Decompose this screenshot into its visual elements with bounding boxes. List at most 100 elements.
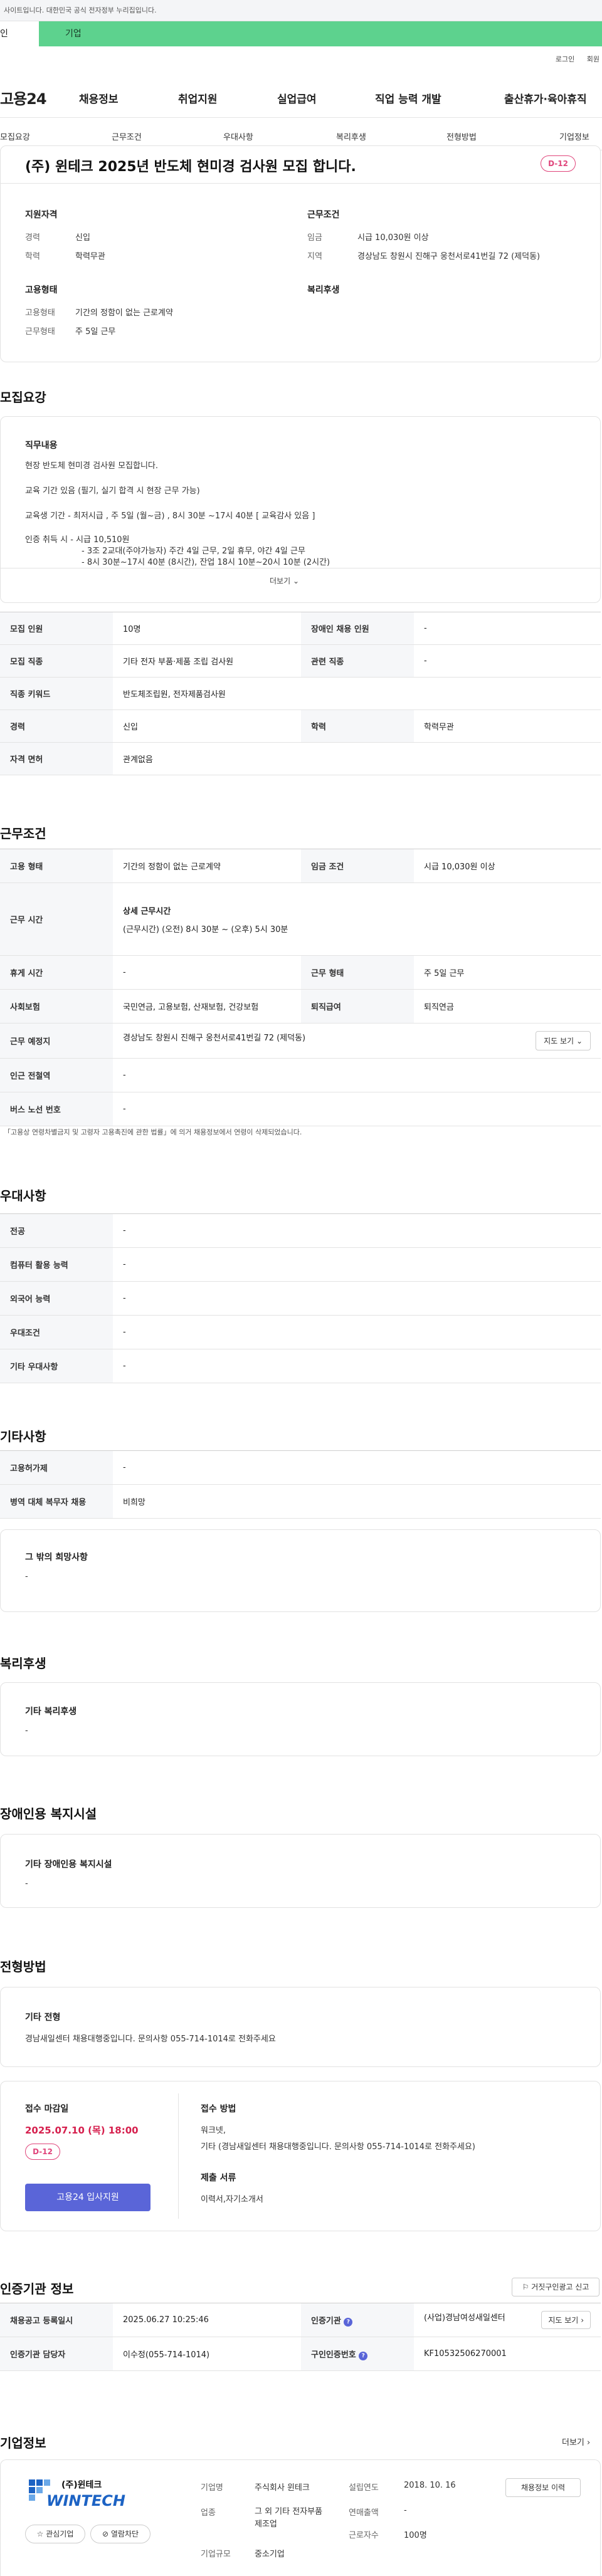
method-line: 워크넷,: [201, 2126, 226, 2135]
qual-label: 학력: [25, 252, 40, 261]
info-icon[interactable]: ?: [359, 2351, 368, 2360]
menu-parental-leave[interactable]: 출산휴가·육아휴직: [504, 90, 587, 106]
company-size-value: 중소기업: [255, 2550, 285, 2559]
table-header: 모집 인원: [0, 612, 113, 645]
site-logo[interactable]: 고용24: [0, 86, 47, 108]
info-icon[interactable]: ?: [344, 2317, 353, 2327]
table-header: 고용 형태: [0, 849, 113, 883]
screening-value: 경남새일센터 채용대행중입니다. 문의사항 055-714-1014로 전화주세…: [25, 2034, 276, 2044]
welfare-title: 기타 복리후생: [25, 1707, 77, 1717]
login-link[interactable]: 로그인: [556, 55, 574, 63]
table-header: 관련 직종: [301, 644, 414, 678]
anchor-conditions[interactable]: 근무조건: [112, 130, 142, 142]
chevron-right-icon: ›: [581, 2316, 584, 2325]
anchor-preferences[interactable]: 우대사항: [223, 130, 253, 142]
section-etc: 기타사항: [0, 1429, 46, 1444]
anchor-screening[interactable]: 전형방법: [446, 130, 477, 142]
report-button[interactable]: ⚐ 거짓구인광고 신고: [512, 2278, 599, 2296]
tab-business[interactable]: 기업: [39, 21, 602, 46]
company-emp-label: 근로자수: [349, 2531, 379, 2540]
company-industry-label: 업종: [201, 2508, 216, 2518]
map-button-label: 지도 보기: [544, 1037, 574, 1045]
job-history-button[interactable]: 채용정보 이력: [505, 2478, 581, 2497]
map-button[interactable]: 지도 보기 ⌄: [536, 1031, 591, 1050]
table-cell: 관계없음: [113, 742, 601, 775]
agency-table: 채용공고 등록일시 2025.06.27 10:25:46 인증기관 ? (사업)경남…: [0, 2303, 601, 2371]
apply-button[interactable]: 고용24 입사지원: [25, 2184, 150, 2211]
gov-banner: 사이트입니다. 대한민국 공식 전자정부 누리집입니다.: [0, 0, 602, 21]
etc-table: 고용허가제 - 병역 대체 복무자 채용 비희망: [0, 1450, 601, 1519]
table-cell: -: [113, 1315, 601, 1349]
company-name-label: 기업명: [201, 2483, 223, 2493]
table-cell: 2025.06.27 10:25:46: [113, 2303, 301, 2337]
logo-main-text: WINTECH: [46, 2492, 125, 2510]
welfare-value: -: [25, 1726, 28, 1736]
table-row: 컴퓨터 활용 능력 -: [0, 1247, 601, 1282]
section-conditions: 근무조건: [0, 826, 46, 841]
menu-unemployment-benefit[interactable]: 실업급여: [277, 90, 317, 106]
duty-title: 직무내용: [25, 441, 58, 451]
table-row: 전공 -: [0, 1213, 601, 1248]
table-cell: KF10532506270001: [414, 2337, 601, 2371]
chevron-down-icon: ⌄: [292, 577, 300, 585]
block-company-button[interactable]: ⊘ 열람차단: [90, 2525, 150, 2543]
anchor-company[interactable]: 기업정보: [559, 130, 589, 142]
docs-title: 제출 서류: [201, 2173, 236, 2183]
table-header: 휴게 시간: [0, 955, 113, 990]
section-recruit: 모집요강: [0, 390, 46, 405]
duty-line: - 8시 30분~17시 40분 (8시간), 잔업 18시 10분~20시 1…: [82, 558, 330, 567]
method-line: 기타 (경남새일센터 채용대행중입니다. 문의사항 055-714-1014로 …: [201, 2142, 475, 2152]
table-row: 버스 노선 번호 -: [0, 1092, 601, 1126]
table-header: 채용공고 등록일시: [0, 2303, 113, 2337]
table-cell: 반도체조립원, 전자제품검사원: [113, 677, 601, 710]
agency-map-button[interactable]: 지도 보기 ›: [541, 2311, 591, 2329]
table-cell: -: [113, 1281, 601, 1316]
table-row: 우대조건 -: [0, 1315, 601, 1349]
table-header: 직종 키워드: [0, 677, 113, 710]
table-cell: 기타 전자 부품·제품 조립 검사원: [113, 644, 301, 678]
signup-link[interactable]: 회원: [587, 55, 599, 63]
welfare-summary-title: 복리후생: [307, 285, 340, 295]
chevron-down-icon: ⌄: [576, 1037, 583, 1045]
table-cell: -: [113, 1092, 601, 1126]
company-est-label: 설립연도: [349, 2483, 379, 2493]
table-header: 근무 형태: [301, 955, 414, 990]
emp-label: 근무형태: [25, 327, 55, 337]
block-icon: ⊘: [102, 2530, 109, 2538]
recruit-table: 모집 인원 10명 장애인 채용 인원 - 모집 직종 기타 전자 부품·제품 조립 검…: [0, 612, 601, 775]
cond-label: 지역: [307, 252, 322, 261]
table-cell: 국민연금, 고용보험, 산재보험, 건강보험: [113, 989, 301, 1024]
hours-value: (근무시간) (오전) 8시 30분 ~ (오후) 5시 30분: [123, 924, 288, 935]
table-header: 우대조건: [0, 1315, 113, 1349]
anchor-recruit[interactable]: 모집요강: [0, 130, 30, 142]
tab-individual[interactable]: 인: [0, 21, 39, 46]
screening-title: 기타 전형: [25, 2013, 61, 2023]
table-header: 버스 노선 번호: [0, 1092, 113, 1126]
company-more-link[interactable]: 더보기 ›: [562, 2436, 590, 2448]
duty-line: 교육 기간 있음 (필기, 실기 합격 시 현장 근무 가능): [25, 486, 200, 496]
table-row: 모집 직종 기타 전자 부품·제품 조립 검사원 관련 직종 -: [0, 644, 601, 678]
disability-value: -: [25, 1879, 28, 1888]
section-welfare: 복리후생: [0, 1656, 46, 1671]
menu-jobs[interactable]: 채용정보: [79, 90, 119, 106]
table-header: 인근 전철역: [0, 1058, 113, 1092]
anchor-welfare[interactable]: 복리후생: [336, 130, 366, 142]
docs-value: 이력서,자기소개서: [201, 2195, 263, 2204]
duty-more-button[interactable]: 더보기 ⌄: [270, 575, 299, 586]
emp-title: 고용형태: [25, 285, 58, 295]
table-row: 사회보험 국민연금, 고용보험, 산재보험, 건강보험 퇴직급여 퇴직연금: [0, 989, 601, 1024]
disability-card: [0, 1834, 601, 1908]
menu-employment-support[interactable]: 취업지원: [178, 90, 218, 106]
map-label: 지도 보기: [548, 2316, 579, 2325]
table-row: 직종 키워드 반도체조립원, 전자제품검사원: [0, 677, 601, 710]
favorite-company-button[interactable]: ☆ 관심기업: [25, 2525, 85, 2543]
util-links: 로그인 회원: [546, 54, 599, 64]
divider: [0, 183, 601, 184]
table-cell: -: [414, 612, 601, 645]
table-header: 인증기관 담당자: [0, 2337, 113, 2371]
etc-other-card: [0, 1529, 601, 1612]
company-name-value: 주식회사 윈테크: [255, 2483, 310, 2493]
menu-training[interactable]: 직업 능력 개발: [375, 90, 441, 106]
block-label: 열람차단: [110, 2530, 139, 2538]
table-row: 경력 신입 학력 학력무관: [0, 709, 601, 743]
